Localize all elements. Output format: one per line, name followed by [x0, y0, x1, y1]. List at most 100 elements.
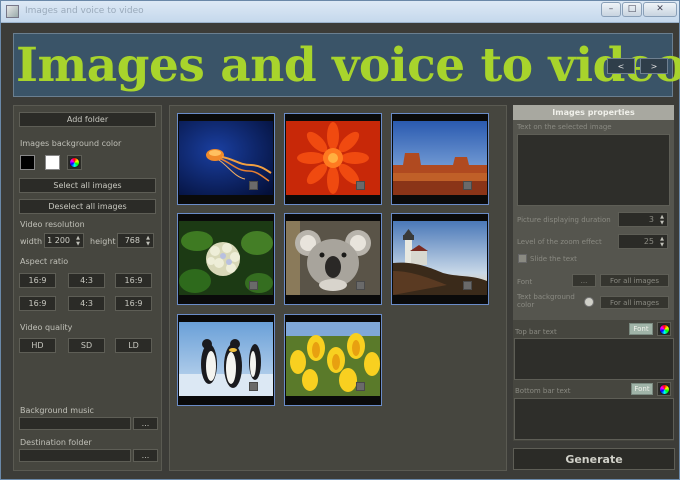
- slide-text-checkbox[interactable]: [518, 254, 527, 263]
- tulips-image: [286, 322, 380, 396]
- zoom-spinner[interactable]: 25 ▲ ▼: [618, 234, 668, 249]
- image-gallery: [169, 105, 507, 471]
- desert-image: [393, 121, 487, 195]
- next-button[interactable]: >: [640, 58, 668, 74]
- add-folder-button[interactable]: Add folder: [19, 112, 156, 127]
- window-title: Images and voice to video: [25, 6, 144, 16]
- zoom-label: Level of the zoom effect: [517, 238, 602, 246]
- thumbnail-jellyfish[interactable]: [177, 113, 275, 205]
- thumbnail-koala[interactable]: [284, 213, 382, 305]
- dest-browse-button[interactable]: ...: [133, 449, 158, 462]
- bg-color-label: Images background color: [20, 139, 122, 148]
- bottom-bar-text-area[interactable]: [514, 398, 674, 440]
- thumbnail-checkbox[interactable]: [356, 281, 365, 290]
- zoom-value: 25: [643, 237, 654, 246]
- title-bar: Images and voice to video – □ ✕: [1, 1, 679, 23]
- thumbnail-checkbox[interactable]: [249, 281, 258, 290]
- text-bg-color-radio[interactable]: [584, 297, 594, 307]
- bottom-bar-color-button[interactable]: [657, 382, 671, 396]
- dest-field[interactable]: [19, 449, 131, 462]
- aspect-option[interactable]: 16:9: [115, 273, 152, 288]
- top-bar-color-button[interactable]: [657, 322, 671, 336]
- quality-label: Video quality: [20, 323, 73, 332]
- spin-arrows-icon[interactable]: ▲ ▼: [657, 213, 667, 226]
- top-bar-font-button[interactable]: Font: [629, 323, 653, 335]
- color-wheel-icon: [658, 383, 670, 395]
- maximize-icon[interactable]: □: [622, 2, 642, 17]
- white-swatch[interactable]: [45, 155, 60, 170]
- duration-spinner[interactable]: 3 ▲ ▼: [618, 212, 668, 227]
- thumbnail-penguins[interactable]: [177, 314, 275, 406]
- duration-label: Picture displaying duration: [517, 216, 611, 224]
- text-on-image-label: Text on the selected image: [517, 123, 612, 131]
- height-label: height: [90, 237, 116, 246]
- text-bg-for-all-button[interactable]: For all images: [600, 296, 669, 309]
- bg-music-field[interactable]: [19, 417, 131, 430]
- duration-value: 3: [648, 215, 654, 224]
- font-for-all-button[interactable]: For all images: [600, 274, 669, 287]
- aspect-option[interactable]: 4:3: [68, 273, 105, 288]
- thumbnail-desert[interactable]: [391, 113, 489, 205]
- penguins-image: [179, 322, 273, 396]
- aspect-option[interactable]: 16:9: [19, 296, 56, 311]
- generate-button[interactable]: Generate: [513, 448, 675, 470]
- minimize-icon[interactable]: –: [601, 2, 621, 17]
- color-wheel-icon: [658, 323, 670, 335]
- color-picker-button[interactable]: [67, 155, 82, 170]
- spin-arrows-icon[interactable]: ▲ ▼: [143, 234, 153, 247]
- right-panel: Images properties Text on the selected i…: [513, 105, 674, 441]
- font-browse-button[interactable]: ...: [572, 274, 596, 287]
- font-label: Font: [517, 278, 533, 286]
- left-panel: Add folder Images background color Selec…: [13, 105, 162, 471]
- prev-button[interactable]: <: [607, 58, 635, 74]
- app-icon: [6, 5, 19, 18]
- spin-arrows-icon[interactable]: ▲ ▼: [657, 235, 667, 248]
- thumbnail-checkbox[interactable]: [463, 281, 472, 290]
- resolution-label: Video resolution: [20, 220, 85, 229]
- thumbnail-lighthouse[interactable]: [391, 213, 489, 305]
- top-bar-text-area[interactable]: [514, 338, 674, 380]
- window-controls: – □ ✕: [601, 2, 677, 17]
- height-spinner[interactable]: 768 ▲ ▼: [117, 233, 154, 248]
- spin-arrows-icon[interactable]: ▲ ▼: [73, 234, 83, 247]
- image-text-area[interactable]: [517, 134, 670, 206]
- bottom-bar-font-button[interactable]: Font: [631, 383, 653, 395]
- slide-text-label: Slide the text: [530, 255, 577, 263]
- width-label: width: [20, 237, 43, 246]
- aspect-option[interactable]: 16:9: [115, 296, 152, 311]
- app-window: Images and voice to video – □ ✕ Images a…: [0, 0, 680, 480]
- width-value: 1 200: [47, 236, 70, 245]
- aspect-option[interactable]: 4:3: [68, 296, 105, 311]
- thumbnail-checkbox[interactable]: [463, 181, 472, 190]
- thumbnail-flower[interactable]: [284, 113, 382, 205]
- thumbnail-tulips[interactable]: [284, 314, 382, 406]
- width-spinner[interactable]: 1 200 ▲ ▼: [44, 233, 84, 248]
- quality-ld-button[interactable]: LD: [115, 338, 152, 353]
- thumbnail-hydrangea[interactable]: [177, 213, 275, 305]
- quality-sd-button[interactable]: SD: [68, 338, 105, 353]
- hydrangea-image: [179, 221, 273, 295]
- thumbnail-checkbox[interactable]: [249, 181, 258, 190]
- flower-image: [286, 121, 380, 195]
- thumbnail-checkbox[interactable]: [249, 382, 258, 391]
- thumbnail-checkbox[interactable]: [356, 181, 365, 190]
- aspect-label: Aspect ratio: [20, 257, 69, 266]
- height-value: 768: [124, 236, 140, 245]
- aspect-option[interactable]: 16:9: [19, 273, 56, 288]
- thumbnail-checkbox[interactable]: [356, 382, 365, 391]
- color-wheel-icon: [69, 157, 80, 168]
- top-bar-label: Top bar text: [515, 328, 557, 336]
- deselect-all-button[interactable]: Deselect all images: [19, 199, 156, 214]
- image-properties-section: Text on the selected image Picture displ…: [513, 120, 674, 320]
- select-all-button[interactable]: Select all images: [19, 178, 156, 193]
- bottom-bar-label: Bottom bar text: [515, 387, 571, 395]
- banner-title: Images and voice to video: [16, 38, 680, 93]
- lighthouse-image: [393, 221, 487, 295]
- close-icon[interactable]: ✕: [643, 2, 677, 17]
- text-bg-label: Text background color: [517, 293, 575, 309]
- black-swatch[interactable]: [20, 155, 35, 170]
- quality-hd-button[interactable]: HD: [19, 338, 56, 353]
- images-properties-header: Images properties: [513, 105, 674, 120]
- bg-music-browse-button[interactable]: ...: [133, 417, 158, 430]
- koala-image: [286, 221, 380, 295]
